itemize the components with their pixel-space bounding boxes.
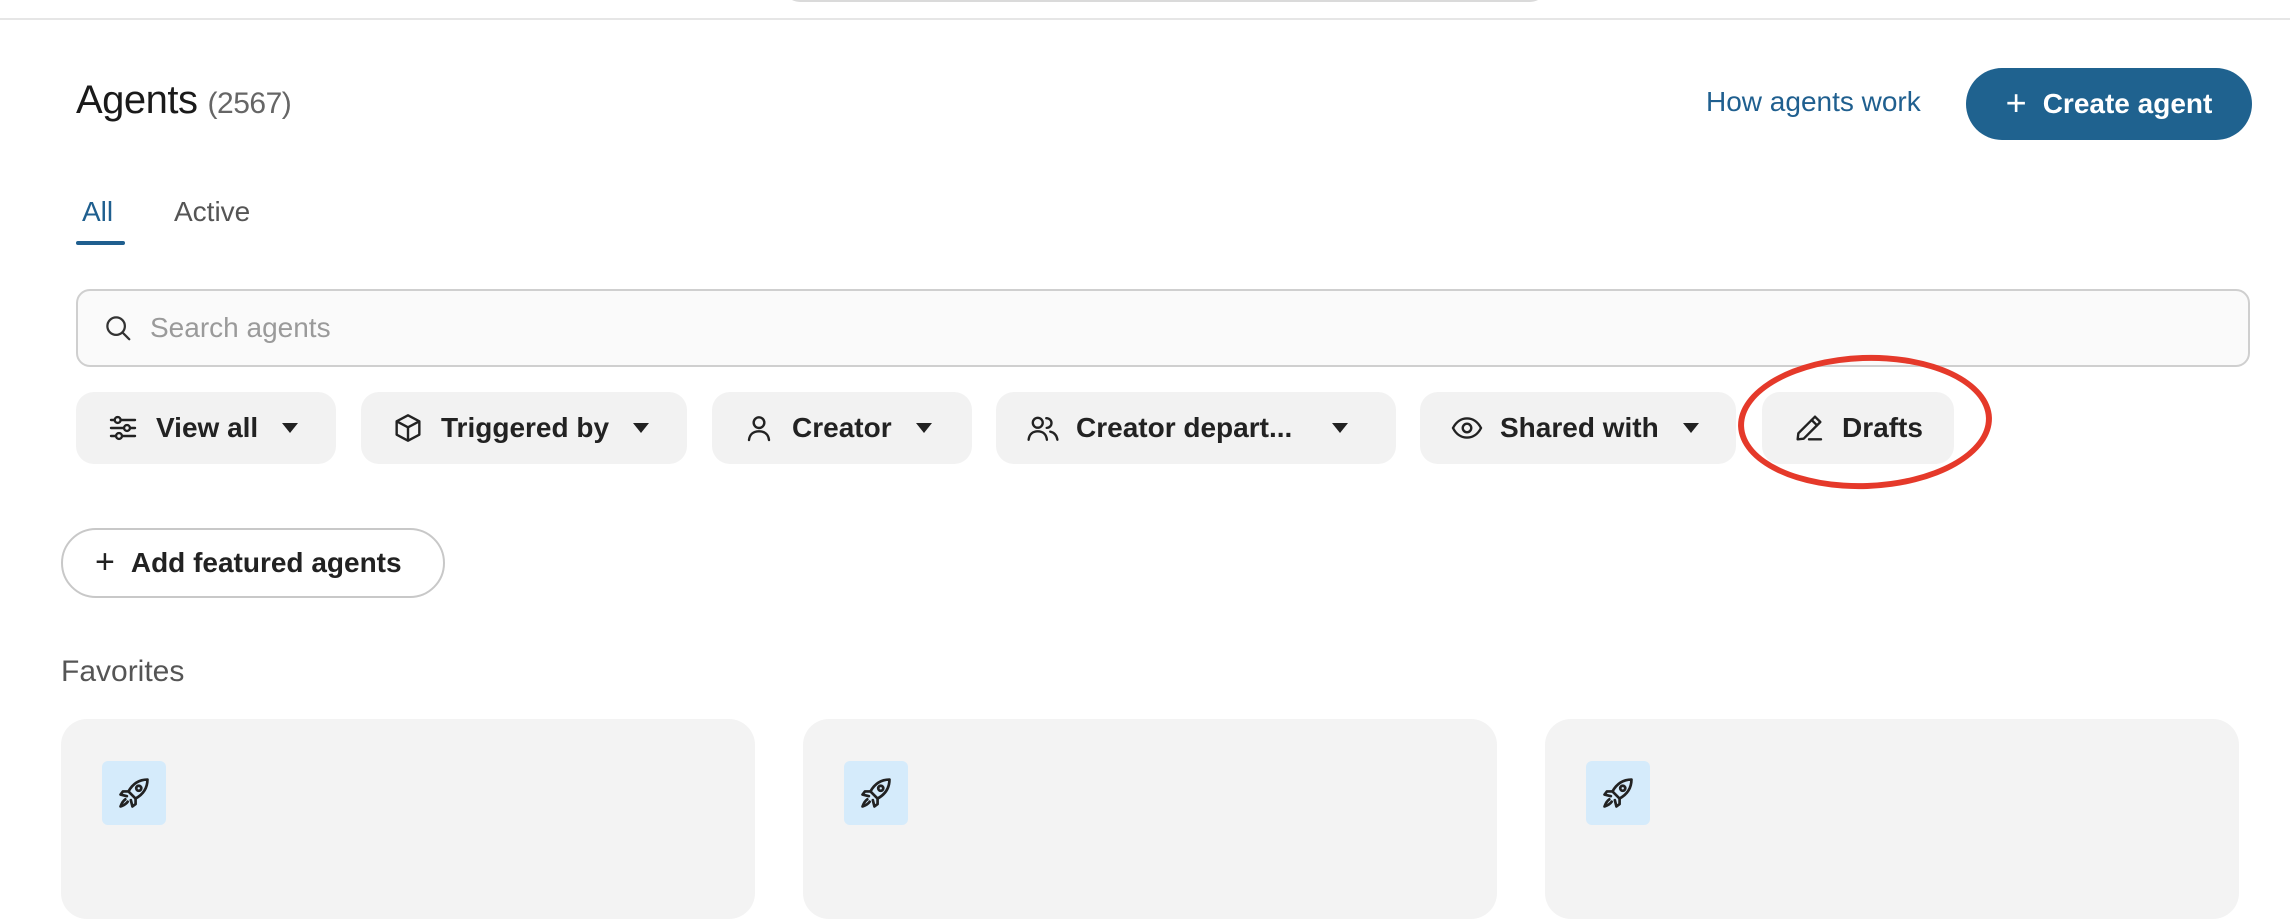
search-input[interactable]: [148, 311, 2052, 345]
cube-icon: [391, 411, 425, 445]
filter-triggered-by-label: Triggered by: [441, 412, 610, 443]
filter-shared-with-label: Shared with: [1500, 412, 1659, 443]
rocket-icon: [102, 761, 166, 825]
create-agent-button[interactable]: + Create agent: [1966, 68, 2252, 140]
add-featured-agents-button[interactable]: + Add featured agents: [61, 528, 445, 598]
favorites-heading: Favorites: [61, 655, 185, 688]
users-icon: [1026, 411, 1060, 445]
filter-drafts-label: Drafts: [1842, 412, 1923, 443]
favorite-agent-card[interactable]: [803, 719, 1497, 919]
sliders-icon: [106, 411, 140, 445]
filter-view-all-label: View all: [156, 412, 259, 443]
filter-triggered-by[interactable]: Triggered by: [361, 392, 687, 464]
user-icon: [742, 411, 776, 445]
create-agent-label: Create agent: [2042, 88, 2213, 119]
filter-drafts[interactable]: Drafts: [1762, 392, 1954, 464]
tab-active-label: Active: [174, 196, 251, 227]
filter-creator[interactable]: Creator: [712, 392, 972, 464]
search-icon: [100, 310, 136, 346]
rocket-icon: [844, 761, 908, 825]
filter-view-all[interactable]: View all: [76, 392, 336, 464]
rocket-icon: [1586, 761, 1650, 825]
tab-all-label: All: [82, 196, 114, 227]
top-search-bar-edge: [780, 0, 1550, 2]
chevron-down-icon: [633, 423, 650, 433]
add-featured-agents-label: Add featured agents: [130, 547, 402, 578]
how-agents-work-link[interactable]: How agents work: [1706, 86, 1921, 118]
chevron-down-icon: [915, 423, 932, 433]
header-divider: [0, 18, 2290, 20]
tab-all[interactable]: All: [82, 196, 113, 228]
tab-active[interactable]: Active: [174, 196, 250, 228]
chevron-down-icon: [1682, 423, 1699, 433]
eye-icon: [1450, 411, 1484, 445]
filter-shared-with[interactable]: Shared with: [1420, 392, 1736, 464]
plus-icon: +: [2005, 81, 2027, 123]
active-tab-indicator: [76, 241, 125, 245]
page-title-text: Agents: [76, 78, 198, 122]
plus-icon: +: [95, 542, 115, 581]
page-title: Agents (2567): [76, 78, 292, 123]
filter-creator-department-label: Creator depart...: [1076, 412, 1293, 443]
pencil-icon: [1792, 411, 1826, 445]
chevron-down-icon: [1332, 423, 1349, 433]
filter-creator-department[interactable]: Creator depart...: [996, 392, 1396, 464]
filter-creator-label: Creator: [792, 412, 892, 443]
chevron-down-icon: [282, 423, 299, 433]
search-bar: [76, 289, 2250, 367]
favorite-agent-card[interactable]: [61, 719, 755, 919]
agent-count: (2567): [207, 87, 292, 120]
favorite-agent-card[interactable]: [1545, 719, 2239, 919]
